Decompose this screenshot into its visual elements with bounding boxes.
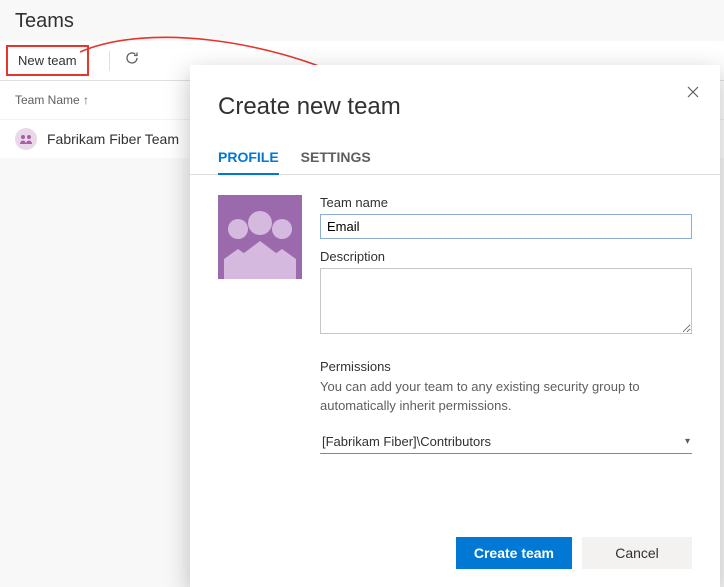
new-team-button[interactable]: New team bbox=[6, 45, 89, 76]
refresh-button[interactable] bbox=[120, 46, 144, 75]
permissions-select[interactable]: [Fabrikam Fiber]\Contributors ▾ bbox=[320, 430, 692, 454]
create-team-button[interactable]: Create team bbox=[456, 537, 572, 569]
description-label: Description bbox=[320, 249, 692, 264]
team-name-input[interactable] bbox=[320, 214, 692, 239]
refresh-icon bbox=[124, 53, 140, 70]
permissions-help-text: You can add your team to any existing se… bbox=[320, 378, 692, 416]
toolbar-divider bbox=[109, 51, 110, 71]
dialog-title: Create new team bbox=[218, 93, 401, 121]
cancel-button[interactable]: Cancel bbox=[582, 537, 692, 569]
chevron-down-icon: ▾ bbox=[685, 436, 690, 447]
close-button[interactable] bbox=[684, 83, 702, 105]
permissions-select-value: [Fabrikam Fiber]\Contributors bbox=[322, 434, 491, 449]
tab-settings[interactable]: SETTINGS bbox=[301, 143, 371, 174]
create-team-dialog: Create new team PROFILE SETTINGS Team na… bbox=[190, 65, 720, 587]
tab-profile[interactable]: PROFILE bbox=[218, 143, 279, 175]
page-title: Teams bbox=[15, 10, 74, 32]
team-name-label: Team name bbox=[320, 195, 692, 210]
team-avatar-icon bbox=[15, 128, 37, 150]
dialog-tabs: PROFILE SETTINGS bbox=[190, 133, 720, 175]
permissions-label: Permissions bbox=[320, 359, 692, 374]
description-input[interactable] bbox=[320, 268, 692, 334]
team-name-label: Fabrikam Fiber Team bbox=[47, 131, 179, 147]
close-icon bbox=[686, 86, 700, 103]
team-avatar-preview[interactable] bbox=[218, 195, 302, 279]
